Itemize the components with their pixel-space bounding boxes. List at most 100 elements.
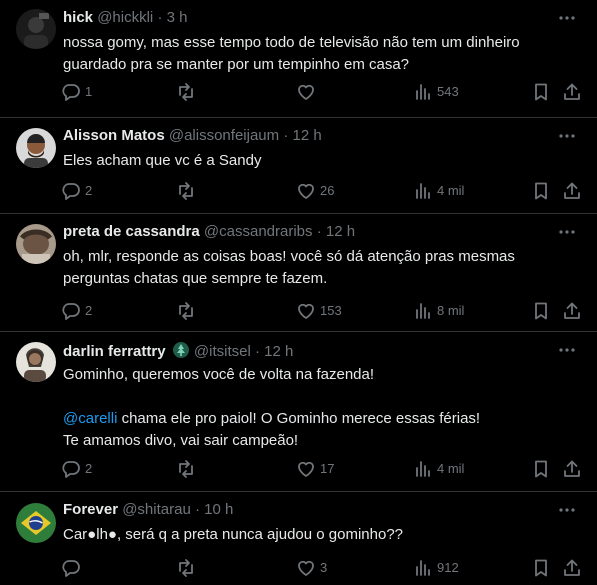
retweet-icon <box>179 302 193 320</box>
bookmark-button[interactable] <box>531 459 551 479</box>
tweet-darlin-ferrattry[interactable]: darlin ferrattry @itsitsel · 12 h Gominh… <box>0 332 597 492</box>
retweet-icon <box>179 83 193 101</box>
like-count: 17 <box>320 461 335 476</box>
timestamp[interactable]: 10 h <box>204 501 233 518</box>
retweet-button[interactable] <box>176 82 200 102</box>
action-bar: 2 17 4 mil <box>0 459 597 479</box>
avatar[interactable] <box>16 342 56 382</box>
tweet-text: Gominho, queremos você de volta na fazen… <box>63 364 581 452</box>
views-button[interactable]: 543 <box>413 82 459 102</box>
display-name[interactable]: preta de cassandra <box>63 223 200 240</box>
bookmark-icon <box>535 302 547 320</box>
more-icon <box>559 348 575 352</box>
tweet-header: darlin ferrattry @itsitsel · 12 h <box>63 341 557 361</box>
tweet-forever[interactable]: Forever @shitarau · 10 h Car●lh●, será q… <box>0 492 597 585</box>
views-icon <box>416 303 430 319</box>
like-button[interactable] <box>296 82 320 102</box>
avatar[interactable] <box>16 224 56 264</box>
share-button[interactable] <box>562 82 582 102</box>
view-count: 8 mil <box>437 303 465 318</box>
like-button[interactable]: 153 <box>296 301 342 321</box>
user-handle[interactable]: @cassandraribs <box>204 223 313 240</box>
share-button[interactable] <box>562 301 582 321</box>
tweet-preta-de-cassandra[interactable]: preta de cassandra @cassandraribs · 12 h… <box>0 214 597 332</box>
tweet-text-line: guardado pra se manter por um tempinho e… <box>63 56 410 73</box>
like-button[interactable]: 17 <box>296 459 334 479</box>
tweet-hick[interactable]: hick @hickkli · 3 h nossa gomy, mas esse… <box>0 0 597 118</box>
reply-icon <box>62 183 80 200</box>
reply-icon <box>62 461 80 478</box>
bookmark-icon <box>535 559 547 577</box>
reply-count: 2 <box>85 303 93 318</box>
user-handle[interactable]: @alissonfeijaum <box>169 127 279 144</box>
timestamp[interactable]: 12 h <box>292 127 321 144</box>
retweet-button[interactable] <box>176 459 200 479</box>
like-button[interactable]: 3 <box>296 558 327 578</box>
like-icon <box>298 183 314 199</box>
more-button[interactable] <box>557 10 577 26</box>
more-button[interactable] <box>557 342 577 358</box>
timestamp[interactable]: 12 h <box>326 223 355 240</box>
reply-button[interactable]: 2 <box>61 301 92 321</box>
like-count: 3 <box>320 560 328 575</box>
reply-button[interactable]: 1 <box>61 82 92 102</box>
reply-icon <box>62 84 80 101</box>
tweet-text-fragment: chama ele pro paiol! O Gominho merece es… <box>117 410 481 427</box>
views-icon <box>416 84 430 100</box>
bookmark-button[interactable] <box>531 82 551 102</box>
view-count: 4 mil <box>437 183 465 198</box>
retweet-button[interactable] <box>176 558 200 578</box>
user-handle[interactable]: @shitarau <box>122 501 191 518</box>
avatar[interactable] <box>16 128 56 168</box>
mention-link[interactable]: @carelli <box>63 410 117 427</box>
reply-count: 2 <box>85 183 93 198</box>
more-icon <box>559 230 575 234</box>
share-button[interactable] <box>562 558 582 578</box>
like-button[interactable]: 26 <box>296 181 334 201</box>
views-button[interactable]: 4 mil <box>413 459 464 479</box>
tweet-header: hick @hickkli · 3 h <box>63 9 557 27</box>
tweet-text-line: Car●lh●, será q a preta nunca ajudou o g… <box>63 526 404 543</box>
display-name[interactable]: hick <box>63 9 93 26</box>
badge-icon <box>172 342 189 358</box>
reply-count: 2 <box>85 461 93 476</box>
timestamp[interactable]: 12 h <box>264 343 293 360</box>
tweet-text-line: Eles acham que vc é a Sandy <box>63 152 262 169</box>
bookmark-button[interactable] <box>531 558 551 578</box>
share-icon <box>564 302 580 319</box>
views-button[interactable]: 912 <box>413 558 459 578</box>
bookmark-button[interactable] <box>531 181 551 201</box>
action-bar: 3 912 <box>0 558 597 578</box>
more-button[interactable] <box>557 128 577 144</box>
reply-button[interactable]: 2 <box>61 459 92 479</box>
bookmark-button[interactable] <box>531 301 551 321</box>
timestamp[interactable]: 3 h <box>167 9 188 26</box>
views-button[interactable]: 8 mil <box>413 301 464 321</box>
separator: · <box>254 343 260 360</box>
reply-icon <box>62 560 80 577</box>
more-button[interactable] <box>557 502 577 518</box>
display-name[interactable]: darlin ferrattry <box>63 343 166 360</box>
user-handle[interactable]: @itsitsel <box>194 343 251 360</box>
retweet-button[interactable] <box>176 301 200 321</box>
like-icon <box>298 303 314 319</box>
separator: · <box>157 9 163 26</box>
separator: · <box>194 501 200 518</box>
display-name[interactable]: Forever <box>63 501 118 518</box>
reply-button[interactable] <box>61 558 85 578</box>
more-icon <box>559 16 575 20</box>
share-button[interactable] <box>562 459 582 479</box>
retweet-button[interactable] <box>176 181 200 201</box>
like-icon <box>298 84 314 100</box>
avatar[interactable] <box>16 9 56 49</box>
more-button[interactable] <box>557 224 577 240</box>
share-button[interactable] <box>562 181 582 201</box>
reply-button[interactable]: 2 <box>61 181 92 201</box>
tweet-text: nossa gomy, mas esse tempo todo de telev… <box>63 32 581 76</box>
tweet-alisson[interactable]: Alisson Matos @alissonfeijaum · 12 h Ele… <box>0 118 597 214</box>
user-handle[interactable]: @hickkli <box>97 9 153 26</box>
avatar[interactable] <box>16 503 56 543</box>
like-count: 153 <box>320 303 342 318</box>
display-name[interactable]: Alisson Matos <box>63 127 165 144</box>
views-button[interactable]: 4 mil <box>413 181 464 201</box>
